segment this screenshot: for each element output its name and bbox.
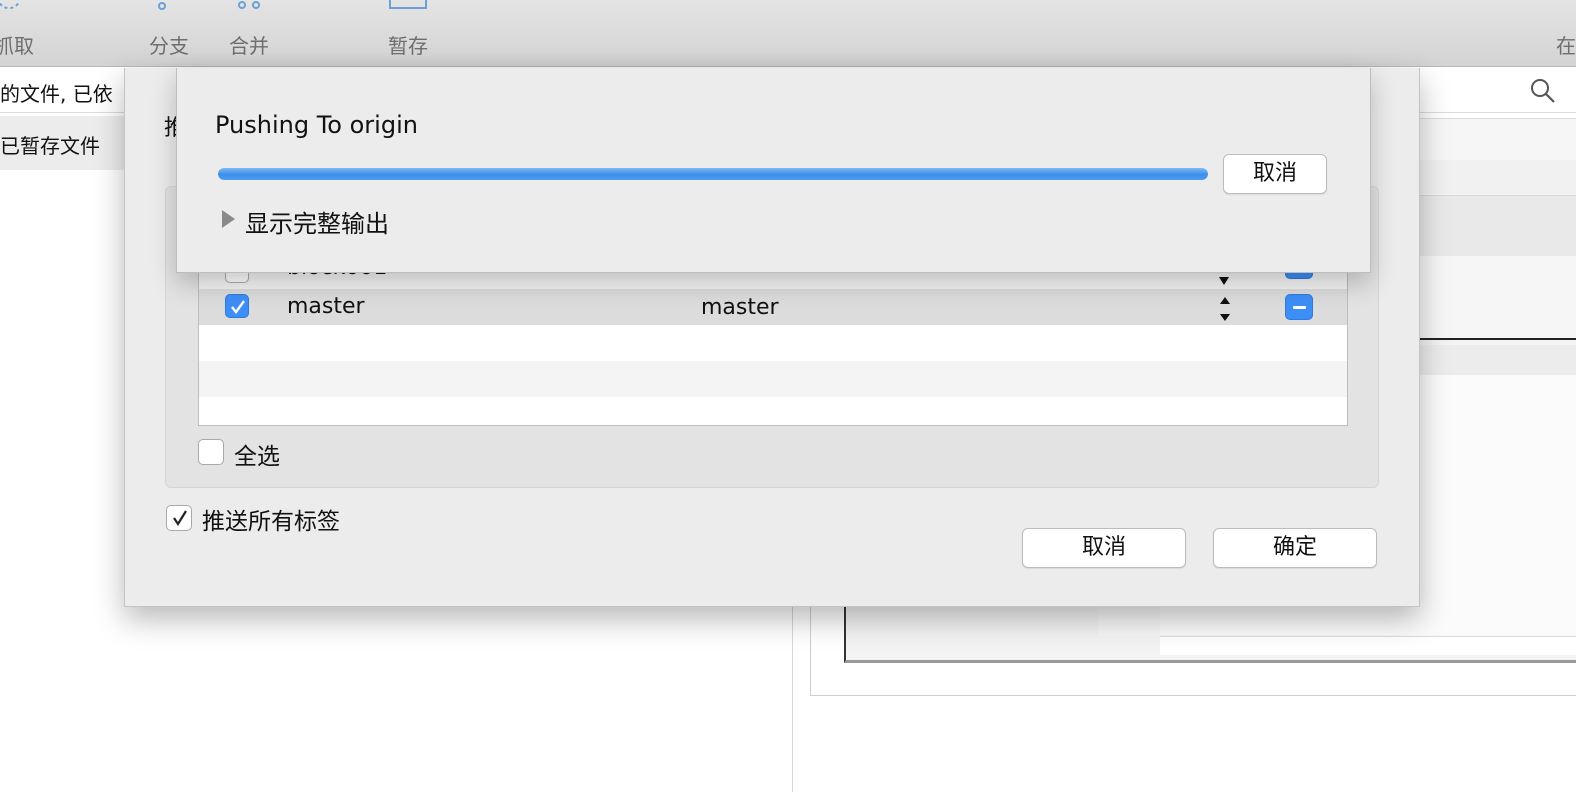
- checkmark-icon: [173, 510, 187, 527]
- search-icon[interactable]: [1530, 78, 1556, 104]
- disclosure-triangle-icon[interactable]: [222, 210, 235, 228]
- sidebar-item-staged-label: 已暂存文件: [0, 134, 100, 158]
- toolbar-branch-label: 分支: [149, 34, 189, 58]
- select-all-label[interactable]: 全选: [234, 437, 280, 471]
- toolbar-merge-label: 合并: [229, 34, 269, 58]
- table-row-empty: [199, 397, 1347, 425]
- table-row-empty: [199, 325, 1347, 361]
- table-row[interactable]: master master: [199, 289, 1347, 325]
- file-filter-text: 的文件, 已依: [0, 82, 113, 106]
- stepper-icon[interactable]: [1218, 295, 1232, 323]
- checkmark-icon: [231, 300, 245, 314]
- toolbar-fetch-label: 抓取: [0, 34, 34, 58]
- progress-bar-fill: [218, 168, 1208, 180]
- image-preview-statusbar: [1160, 636, 1576, 655]
- select-all-checkbox[interactable]: [198, 439, 224, 465]
- merge-icon: [238, 1, 260, 9]
- pane-divider[interactable]: [792, 600, 793, 792]
- ok-button[interactable]: 确定: [1213, 528, 1377, 568]
- table-row-empty: [199, 361, 1347, 397]
- remote-branch-name[interactable]: master: [701, 295, 779, 320]
- progress-title: Pushing To origin: [215, 111, 418, 139]
- image-preview-toolbar: [1418, 345, 1576, 375]
- toolbar-stash-button[interactable]: 暂存: [384, 0, 432, 66]
- branch-icon: [158, 2, 166, 10]
- toolbar-branch-button[interactable]: 分支: [146, 0, 192, 66]
- toolbar: 抓取 分支 合并 暂存 在: [0, 0, 1576, 67]
- diff-pane-header: [1418, 160, 1576, 194]
- toolbar-merge-button[interactable]: 合并: [226, 0, 272, 66]
- show-full-output-toggle[interactable]: 显示完整输出: [245, 204, 389, 239]
- stash-icon: [389, 0, 427, 9]
- cancel-button[interactable]: 取消: [1022, 528, 1186, 568]
- stepper-icon[interactable]: [1217, 275, 1231, 287]
- progress-bar: [218, 168, 1208, 180]
- progress-cancel-button[interactable]: 取消: [1223, 154, 1327, 194]
- diff-pane-row: [1418, 195, 1576, 256]
- fetch-icon: [0, 1, 20, 10]
- branch-table: block001 master master: [198, 258, 1348, 426]
- toolbar-stash-label: 暂存: [388, 34, 428, 58]
- toolbar-right-label: 在: [1556, 34, 1576, 58]
- push-tags-checkbox[interactable]: [166, 505, 192, 531]
- toolbar-fetch-button[interactable]: 抓取: [0, 0, 40, 66]
- remove-branch-button[interactable]: [1285, 294, 1313, 320]
- push-tags-label[interactable]: 推送所有标签: [202, 502, 340, 536]
- toolbar-right-button[interactable]: 在: [1556, 0, 1576, 66]
- row-checkbox[interactable]: [225, 294, 249, 318]
- local-branch-name: master: [287, 294, 365, 319]
